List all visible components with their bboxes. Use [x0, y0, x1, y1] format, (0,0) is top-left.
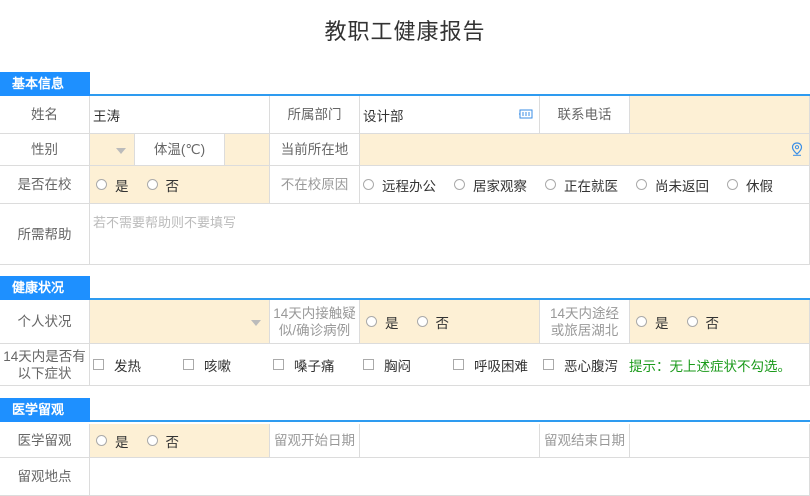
help-placeholder: 若不需要帮助则不要填写: [93, 215, 237, 230]
reason-not-returned-radio[interactable]: 尚未返回: [636, 175, 709, 195]
absent-reason-label: 不在校原因: [270, 166, 360, 204]
reason-medical-radio[interactable]: 正在就医: [545, 175, 618, 195]
contact-label: 14天内接触疑似/确诊病例: [270, 300, 360, 344]
at-school-label: 是否在校: [0, 166, 90, 204]
section-title-basic: 基本信息: [0, 72, 90, 96]
symptom-cough-checkbox[interactable]: 咳嗽: [183, 355, 273, 375]
help-textarea[interactable]: 若不需要帮助则不要填写: [90, 204, 810, 265]
checkbox-icon: [543, 359, 554, 370]
reason-remote-radio[interactable]: 远程办公: [363, 175, 436, 195]
temp-label: 体温(℃): [135, 134, 225, 166]
symptom-fever-checkbox[interactable]: 发热: [93, 355, 183, 375]
phone-field[interactable]: [630, 96, 810, 134]
observe-start-date-field[interactable]: [360, 424, 540, 458]
gender-label: 性别: [0, 134, 90, 166]
checkbox-icon: [363, 359, 374, 370]
personal-status-select[interactable]: [90, 300, 270, 344]
radio-circle-icon: [636, 316, 647, 327]
help-label: 所需帮助: [0, 204, 90, 265]
radio-circle-icon: [454, 179, 465, 190]
symptom-chest-tightness-checkbox[interactable]: 胸闷: [363, 355, 453, 375]
checkbox-icon: [273, 359, 284, 370]
dept-label: 所属部门: [270, 96, 360, 134]
absent-reason-radio-group: 远程办公 居家观察 正在就医 尚未返回 休假: [360, 166, 810, 204]
hubei-no-radio[interactable]: 否: [686, 312, 719, 332]
section-header-health: 健康状况: [0, 276, 810, 300]
phone-label: 联系电话: [540, 96, 630, 134]
checkbox-icon: [183, 359, 194, 370]
gender-select[interactable]: [90, 134, 135, 166]
symptom-sore-throat-checkbox[interactable]: 嗓子痛: [273, 355, 363, 375]
at-school-no-radio[interactable]: 否: [146, 175, 179, 195]
radio-circle-icon: [727, 179, 738, 190]
checkbox-icon: [453, 359, 464, 370]
name-label: 姓名: [0, 96, 90, 134]
observe-end-date-field[interactable]: [630, 424, 810, 458]
contact-no-radio[interactable]: 否: [416, 312, 449, 332]
radio-circle-icon: [96, 435, 107, 446]
symptoms-checkbox-group: 发热 咳嗽 嗓子痛 胸闷 呼吸困难 恶心腹泻 提示：无上述症状不勾选。: [90, 344, 810, 386]
chevron-down-icon: [251, 319, 261, 326]
observe-radio-group: 是 否: [90, 424, 270, 458]
radio-circle-icon: [146, 179, 158, 190]
location-field[interactable]: [360, 134, 810, 166]
observe-place-label: 留观地点: [0, 458, 90, 496]
contact-yes-radio[interactable]: 是: [366, 312, 399, 332]
observe-start-label: 留观开始日期: [270, 424, 360, 458]
checkbox-icon: [93, 359, 104, 370]
symptom-breathing-difficulty-checkbox[interactable]: 呼吸困难: [453, 355, 543, 375]
radio-circle-icon: [96, 179, 107, 190]
radio-circle-icon: [146, 435, 158, 446]
observe-yes-radio[interactable]: 是: [96, 431, 129, 451]
hubei-yes-radio[interactable]: 是: [636, 312, 669, 332]
name-field[interactable]: 王涛: [90, 96, 270, 134]
at-school-yes-radio[interactable]: 是: [96, 175, 129, 195]
radio-circle-icon: [545, 179, 556, 190]
chevron-down-icon: [116, 147, 126, 154]
reason-home-observe-radio[interactable]: 居家观察: [454, 175, 527, 195]
radio-circle-icon: [363, 179, 374, 190]
section-header-basic: 基本信息: [0, 72, 810, 96]
section-header-medical: 医学留观: [0, 398, 810, 422]
observe-place-field[interactable]: [90, 458, 810, 496]
location-label: 当前所在地: [270, 134, 360, 166]
radio-circle-icon: [366, 316, 377, 327]
dept-field[interactable]: 设计部: [360, 96, 540, 134]
symptom-nausea-diarrhea-checkbox[interactable]: 恶心腹泻: [543, 355, 629, 375]
contact-radio-group: 是 否: [360, 300, 540, 344]
hubei-radio-group: 是 否: [630, 300, 810, 344]
symptoms-hint: 提示：无上述症状不勾选。: [629, 358, 791, 374]
personal-status-label: 个人状况: [0, 300, 90, 344]
radio-circle-icon: [416, 316, 428, 327]
map-pin-icon[interactable]: [791, 141, 803, 158]
section-title-health: 健康状况: [0, 276, 90, 300]
at-school-radio-group: 是 否: [90, 166, 270, 204]
dept-value: 设计部: [363, 108, 404, 124]
org-tree-icon[interactable]: [519, 108, 533, 122]
temp-field[interactable]: [225, 134, 270, 166]
radio-circle-icon: [636, 179, 647, 190]
symptoms-label: 14天内是否有以下症状: [0, 344, 90, 386]
page-title: 教职工健康报告: [324, 19, 486, 44]
hubei-label: 14天内途经或旅居湖北: [540, 300, 630, 344]
radio-circle-icon: [686, 316, 698, 327]
observe-end-label: 留观结束日期: [540, 424, 630, 458]
observe-label: 医学留观: [0, 424, 90, 458]
reason-vacation-radio[interactable]: 休假: [727, 175, 773, 195]
observe-no-radio[interactable]: 否: [146, 431, 179, 451]
section-title-medical: 医学留观: [0, 398, 90, 422]
